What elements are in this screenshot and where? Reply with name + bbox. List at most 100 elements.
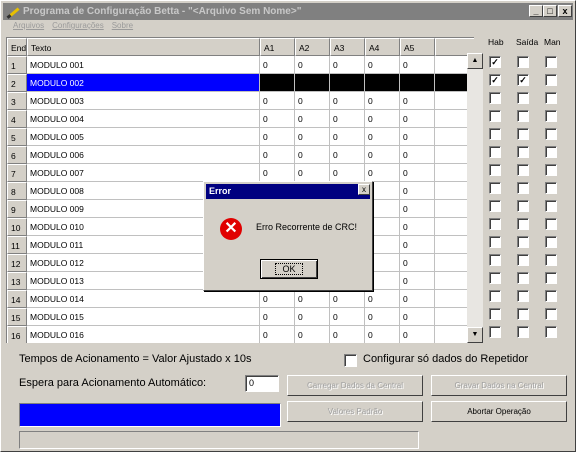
hab-checkbox[interactable]: ✓ (489, 74, 501, 86)
dialog-title[interactable]: Error (206, 184, 370, 199)
time-value-cell[interactable]: 0 (400, 254, 435, 272)
time-value-cell[interactable]: 0 (400, 272, 435, 290)
grid-scrollbar[interactable]: ▲ ▼ (467, 53, 483, 343)
hab-checkbox[interactable] (489, 110, 501, 122)
man-checkbox[interactable] (545, 254, 557, 266)
time-value-cell[interactable]: 0 (260, 146, 295, 164)
man-checkbox[interactable] (545, 218, 557, 230)
saida-checkbox[interactable] (517, 272, 529, 284)
column-header[interactable]: End (7, 38, 27, 56)
time-value-cell[interactable] (330, 74, 365, 92)
time-value-cell[interactable]: 0 (295, 56, 330, 74)
time-value-cell[interactable]: 0 (400, 236, 435, 254)
table-row[interactable]: 3 MODULO 003 0 0 0 0 0 (7, 92, 474, 110)
row-index[interactable]: 7 (7, 164, 27, 182)
time-value-cell[interactable]: 0 (295, 92, 330, 110)
module-text-cell[interactable]: MODULO 007 (27, 164, 260, 182)
man-checkbox[interactable] (545, 74, 557, 86)
man-checkbox[interactable] (545, 272, 557, 284)
column-header[interactable]: A3 (330, 38, 365, 56)
column-header[interactable]: A5 (400, 38, 435, 56)
hab-checkbox[interactable] (489, 290, 501, 302)
time-value-cell[interactable]: 0 (400, 182, 435, 200)
time-value-cell[interactable]: 0 (295, 110, 330, 128)
saida-checkbox[interactable]: ✓ (517, 74, 529, 86)
time-value-cell[interactable]: 0 (260, 110, 295, 128)
module-text-cell[interactable]: MODULO 014 (27, 290, 260, 308)
hab-checkbox[interactable] (489, 236, 501, 248)
time-value-cell[interactable]: 0 (400, 164, 435, 182)
row-index[interactable]: 10 (7, 218, 27, 236)
time-value-cell[interactable]: 0 (295, 164, 330, 182)
time-value-cell[interactable] (400, 74, 435, 92)
scroll-down-button[interactable]: ▼ (467, 327, 483, 343)
row-index[interactable]: 4 (7, 110, 27, 128)
table-row[interactable]: 4 MODULO 004 0 0 0 0 0 (7, 110, 474, 128)
menu-arquivos[interactable]: Arquivos (13, 21, 44, 35)
table-row[interactable]: 5 MODULO 005 0 0 0 0 0 (7, 128, 474, 146)
man-checkbox[interactable] (545, 326, 557, 338)
time-value-cell[interactable]: 0 (330, 290, 365, 308)
time-value-cell[interactable]: 0 (365, 146, 400, 164)
time-value-cell[interactable]: 0 (400, 92, 435, 110)
hab-checkbox[interactable] (489, 218, 501, 230)
row-index[interactable]: 14 (7, 290, 27, 308)
time-value-cell[interactable] (260, 74, 295, 92)
time-value-cell[interactable]: 0 (365, 92, 400, 110)
time-value-cell[interactable]: 0 (400, 110, 435, 128)
time-value-cell[interactable]: 0 (365, 326, 400, 343)
time-value-cell[interactable]: 0 (365, 110, 400, 128)
time-value-cell[interactable]: 0 (365, 56, 400, 74)
saida-checkbox[interactable] (517, 200, 529, 212)
close-button[interactable]: x (558, 5, 572, 17)
saida-checkbox[interactable] (517, 326, 529, 338)
time-value-cell[interactable]: 0 (330, 146, 365, 164)
hab-checkbox[interactable] (489, 146, 501, 158)
time-value-cell[interactable]: 0 (260, 92, 295, 110)
column-header[interactable]: Texto (27, 38, 260, 56)
time-value-cell[interactable]: 0 (260, 164, 295, 182)
man-checkbox[interactable] (545, 200, 557, 212)
hab-checkbox[interactable] (489, 272, 501, 284)
time-value-cell[interactable]: 0 (400, 56, 435, 74)
man-checkbox[interactable] (545, 92, 557, 104)
default-values-button[interactable]: Valores Padrão (287, 401, 423, 422)
time-value-cell[interactable]: 0 (400, 308, 435, 326)
saida-checkbox[interactable] (517, 218, 529, 230)
module-text-cell[interactable]: MODULO 002 (27, 74, 260, 92)
abort-button[interactable]: Abortar Operação (431, 401, 567, 422)
table-row[interactable]: 1 MODULO 001 0 0 0 0 0 (7, 56, 474, 74)
time-value-cell[interactable]: 0 (400, 128, 435, 146)
saida-checkbox[interactable] (517, 110, 529, 122)
hab-checkbox[interactable] (489, 254, 501, 266)
time-value-cell[interactable]: 0 (365, 308, 400, 326)
hab-checkbox[interactable] (489, 182, 501, 194)
table-row[interactable]: 6 MODULO 006 0 0 0 0 0 (7, 146, 474, 164)
module-text-cell[interactable]: MODULO 001 (27, 56, 260, 74)
repeater-checkbox[interactable] (344, 354, 357, 367)
hab-checkbox[interactable] (489, 308, 501, 320)
time-value-cell[interactable]: 0 (400, 326, 435, 343)
man-checkbox[interactable] (545, 164, 557, 176)
time-value-cell[interactable]: 0 (295, 290, 330, 308)
row-index[interactable]: 13 (7, 272, 27, 290)
time-value-cell[interactable]: 0 (400, 200, 435, 218)
dialog-close-button[interactable]: x (358, 184, 370, 195)
minimize-button[interactable]: _ (529, 5, 543, 17)
row-index[interactable]: 8 (7, 182, 27, 200)
saida-checkbox[interactable] (517, 164, 529, 176)
row-index[interactable]: 5 (7, 128, 27, 146)
hab-checkbox[interactable] (489, 200, 501, 212)
saida-checkbox[interactable] (517, 308, 529, 320)
saida-checkbox[interactable] (517, 146, 529, 158)
time-value-cell[interactable]: 0 (260, 326, 295, 343)
saida-checkbox[interactable] (517, 182, 529, 194)
module-text-cell[interactable]: MODULO 005 (27, 128, 260, 146)
man-checkbox[interactable] (545, 290, 557, 302)
time-value-cell[interactable]: 0 (260, 128, 295, 146)
time-value-cell[interactable]: 0 (295, 146, 330, 164)
time-value-cell[interactable]: 0 (400, 218, 435, 236)
title-bar[interactable]: Programa de Configuração Betta - "<Arqui… (3, 3, 573, 20)
hab-checkbox[interactable] (489, 164, 501, 176)
module-text-cell[interactable]: MODULO 016 (27, 326, 260, 343)
